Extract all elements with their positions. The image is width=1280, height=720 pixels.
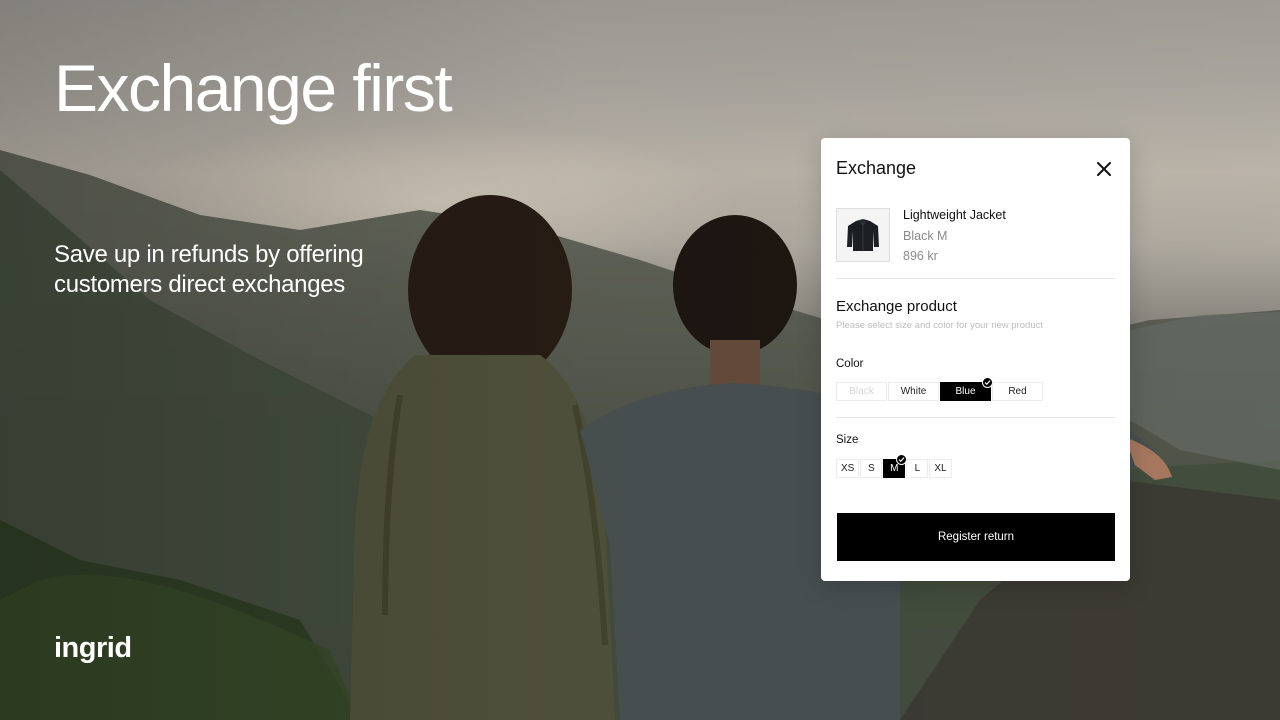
size-option-l[interactable]: L — [906, 459, 929, 478]
color-option-label: Black — [849, 386, 874, 397]
product-name: Lightweight Jacket — [903, 208, 1006, 222]
size-label: Size — [836, 434, 859, 446]
color-option-white[interactable]: White — [888, 382, 939, 401]
divider — [836, 278, 1115, 279]
size-option-label: XS — [841, 463, 855, 474]
size-option-label: L — [914, 463, 921, 474]
size-options: XS S M L XL — [836, 454, 952, 478]
color-options: Black White Blue Red — [836, 377, 1043, 401]
color-option-blue[interactable]: Blue — [940, 377, 993, 401]
color-label: Color — [836, 358, 864, 370]
color-option-black[interactable]: Black — [836, 382, 887, 401]
size-option-label: S — [868, 463, 875, 474]
exchange-section-hint: Please select size and color for your ne… — [836, 320, 1043, 331]
product-variant: Black M — [903, 229, 948, 243]
size-option-s[interactable]: S — [860, 459, 883, 478]
exchange-section-title: Exchange product — [836, 298, 957, 315]
exchange-modal: Exchange Lightweight Jacket Black M 896 … — [821, 138, 1130, 581]
size-option-label: XL — [934, 463, 947, 474]
size-option-label: M — [890, 463, 899, 474]
divider — [836, 417, 1115, 418]
size-option-xs[interactable]: XS — [836, 459, 860, 478]
hero-subtitle: Save up in refunds by offering customers… — [54, 241, 364, 298]
register-return-button[interactable]: Register return — [837, 513, 1115, 561]
color-option-label: Red — [1008, 386, 1027, 397]
hero-title: Exchange first — [54, 51, 453, 125]
close-icon — [1097, 162, 1111, 176]
color-option-label: Blue — [955, 386, 976, 397]
modal-title: Exchange — [836, 158, 917, 178]
jacket-icon — [847, 219, 879, 251]
color-option-red[interactable]: Red — [992, 382, 1043, 401]
close-button[interactable] — [1095, 160, 1113, 178]
product-thumbnail — [836, 208, 890, 262]
brand-logo: ingrid — [54, 632, 132, 664]
product-price: 896 kr — [903, 249, 938, 263]
color-option-label: White — [900, 386, 927, 397]
size-option-xl[interactable]: XL — [929, 459, 952, 478]
size-option-m[interactable]: M — [883, 454, 908, 478]
